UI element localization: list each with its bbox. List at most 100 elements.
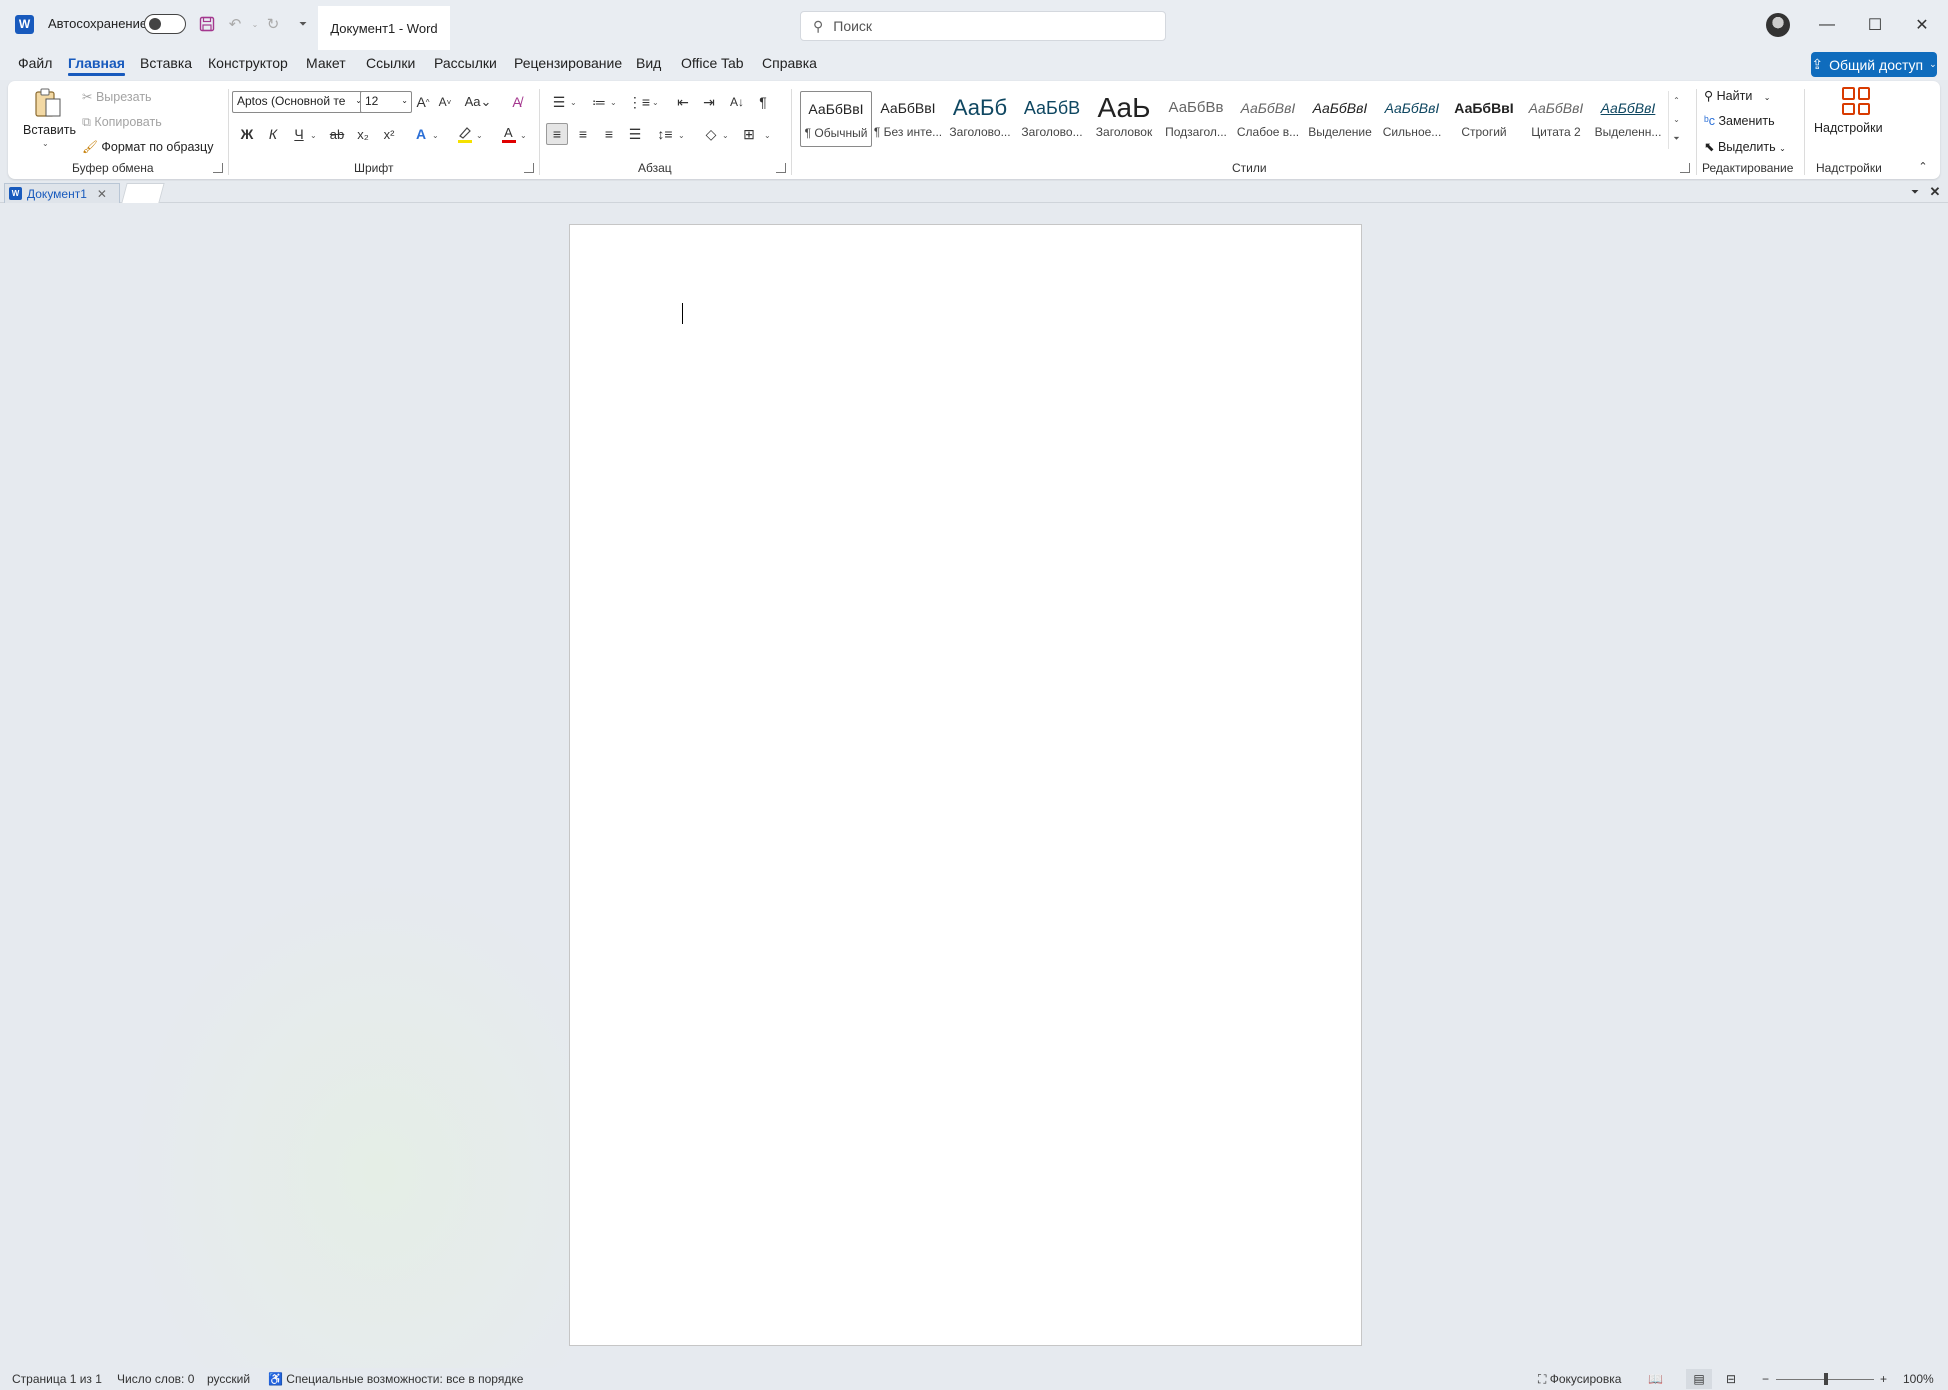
tab-review[interactable]: Рецензирование: [514, 55, 622, 71]
underline-dropdown-icon[interactable]: ⌄: [310, 131, 317, 140]
italic-button[interactable]: К: [262, 123, 284, 145]
increase-indent-icon[interactable]: ⇥: [698, 91, 720, 113]
focus-button[interactable]: ⛶ Фокусировка: [1538, 1372, 1621, 1387]
zoom-level[interactable]: 100%: [1903, 1372, 1934, 1386]
style-strong[interactable]: АаБбВвІ Строгий: [1448, 91, 1520, 147]
line-spacing-icon[interactable]: ↕≡: [654, 123, 676, 145]
decrease-indent-icon[interactable]: ⇤: [672, 91, 694, 113]
style-quote[interactable]: АаБбВвІ Цитата 2: [1520, 91, 1592, 147]
tab-insert[interactable]: Вставка: [140, 55, 192, 71]
tab-help[interactable]: Справка: [762, 55, 817, 71]
web-layout-icon[interactable]: ⊟: [1726, 1372, 1736, 1386]
document-page[interactable]: [569, 224, 1362, 1346]
style-heading-1[interactable]: АаБб Заголово...: [944, 91, 1016, 147]
replace-button[interactable]: ᵇc Заменить: [1704, 114, 1775, 128]
multilevel-list-icon[interactable]: ⋮≡: [628, 91, 650, 113]
superscript-icon[interactable]: x²: [378, 123, 400, 145]
style-heading-2[interactable]: АаБбВ Заголово...: [1016, 91, 1088, 147]
bold-button[interactable]: Ж: [236, 123, 258, 145]
paste-dropdown-icon[interactable]: ⌄: [42, 139, 49, 148]
multilevel-dropdown-icon[interactable]: ⌄: [652, 98, 659, 107]
zoom-out-icon[interactable]: −: [1762, 1372, 1769, 1386]
font-color-icon[interactable]: A: [498, 123, 520, 145]
font-color-dropdown-icon[interactable]: ⌄: [520, 131, 527, 140]
maximize-icon[interactable]: ☐: [1860, 10, 1890, 40]
print-layout-icon[interactable]: ▤: [1686, 1369, 1712, 1389]
tab-file[interactable]: Файл: [18, 55, 52, 71]
style-no-spacing[interactable]: АаБбВвІ ¶ Без инте...: [872, 91, 944, 147]
tab-references[interactable]: Ссылки: [366, 55, 415, 71]
text-effects-dropdown-icon[interactable]: ⌄: [432, 131, 439, 140]
close-tab-icon[interactable]: ✕: [97, 187, 107, 201]
document-tab[interactable]: W Документ1 ✕: [4, 183, 120, 203]
gallery-more-icon[interactable]: ⏷: [1669, 129, 1684, 148]
tab-office-tab[interactable]: Office Tab: [681, 55, 744, 71]
addins-button[interactable]: Надстройки: [1814, 121, 1883, 135]
language-status[interactable]: русский: [207, 1372, 250, 1386]
style-subtitle[interactable]: АаБбВв Подзагол...: [1160, 91, 1232, 147]
format-painter-button[interactable]: 🖌 Формат по образцу: [82, 140, 213, 155]
redo-icon[interactable]: ↻: [262, 13, 284, 35]
align-right-icon[interactable]: ≡: [598, 123, 620, 145]
change-case-icon[interactable]: Aa⌄: [462, 91, 494, 113]
shading-icon[interactable]: ◇: [700, 123, 722, 145]
save-icon[interactable]: [196, 13, 218, 35]
tab-list-dropdown-icon[interactable]: ⏷: [1904, 181, 1926, 203]
paragraph-launcher-icon[interactable]: [776, 163, 786, 173]
minimize-icon[interactable]: —: [1812, 10, 1842, 40]
word-count[interactable]: Число слов: 0: [117, 1372, 194, 1386]
accessibility-status[interactable]: ♿ Специальные возможности: все в порядке: [268, 1372, 523, 1386]
tab-layout[interactable]: Макет: [306, 55, 346, 71]
text-effects-icon[interactable]: A: [410, 123, 432, 145]
collapse-ribbon-icon[interactable]: ⌃: [1912, 155, 1934, 177]
qat-dropdown-icon[interactable]: ⏷: [292, 13, 314, 35]
highlight-icon[interactable]: [454, 123, 476, 145]
select-button[interactable]: ⬉ Выделить ⌄: [1704, 139, 1786, 154]
numbering-icon[interactable]: ≔: [588, 91, 610, 113]
strikethrough-icon[interactable]: ab: [326, 123, 348, 145]
tab-view[interactable]: Вид: [636, 55, 661, 71]
borders-icon[interactable]: ⊞: [738, 123, 760, 145]
font-size-select[interactable]: 12 ⌄: [360, 91, 412, 113]
show-marks-icon[interactable]: ¶: [752, 91, 774, 113]
paste-icon[interactable]: [32, 87, 64, 119]
search-input[interactable]: ⚲ Поиск: [800, 11, 1166, 41]
avatar[interactable]: [1766, 13, 1790, 37]
align-left-icon[interactable]: ≡: [546, 123, 568, 145]
copy-button[interactable]: ⧉ Копировать: [82, 115, 162, 130]
font-launcher-icon[interactable]: [524, 163, 534, 173]
align-center-icon[interactable]: ≡: [572, 123, 594, 145]
tab-home[interactable]: Главная: [68, 55, 125, 76]
bullets-dropdown-icon[interactable]: ⌄: [570, 98, 577, 107]
zoom-slider-thumb[interactable]: [1824, 1373, 1828, 1385]
underline-button[interactable]: Ч: [288, 123, 310, 145]
paste-button[interactable]: Вставить: [23, 123, 76, 137]
grow-font-icon[interactable]: A ^: [412, 91, 434, 113]
share-button[interactable]: ⇪ Общий доступ ⌄: [1811, 52, 1937, 77]
new-tab-button[interactable]: [121, 183, 165, 203]
style-title[interactable]: АаЬ Заголовок: [1088, 91, 1160, 147]
subscript-icon[interactable]: x₂: [352, 123, 374, 145]
style-intense-emphasis[interactable]: АаБбВвІ Сильное...: [1376, 91, 1448, 147]
styles-launcher-icon[interactable]: [1680, 163, 1690, 173]
find-button[interactable]: ⚲ Найти ⌄: [1704, 88, 1771, 103]
line-spacing-dropdown-icon[interactable]: ⌄: [678, 131, 685, 140]
font-name-select[interactable]: Aptos (Основной те ⌄: [232, 91, 366, 113]
bullets-icon[interactable]: ☰: [548, 91, 570, 113]
styles-gallery-scroll[interactable]: ⌃ ⌄ ⏷: [1668, 91, 1684, 149]
justify-icon[interactable]: ☰: [624, 123, 646, 145]
tab-mailings[interactable]: Рассылки: [434, 55, 497, 71]
tab-design[interactable]: Конструктор: [208, 55, 288, 71]
close-icon[interactable]: ✕: [1907, 10, 1937, 40]
numbering-dropdown-icon[interactable]: ⌄: [610, 98, 617, 107]
page-count[interactable]: Страница 1 из 1: [12, 1372, 102, 1386]
style-subtle-emphasis[interactable]: АаБбВвІ Слабое в...: [1232, 91, 1304, 147]
shrink-font-icon[interactable]: A ˅: [434, 91, 456, 113]
clear-formatting-icon[interactable]: A̸: [506, 91, 528, 113]
undo-icon[interactable]: ↶: [224, 13, 246, 35]
style-emphasis[interactable]: АаБбВвІ Выделение: [1304, 91, 1376, 147]
close-all-tabs-icon[interactable]: ✕: [1924, 181, 1946, 203]
read-mode-icon[interactable]: 📖: [1648, 1372, 1663, 1386]
zoom-in-icon[interactable]: +: [1880, 1372, 1887, 1386]
borders-dropdown-icon[interactable]: ⌄: [764, 131, 771, 140]
